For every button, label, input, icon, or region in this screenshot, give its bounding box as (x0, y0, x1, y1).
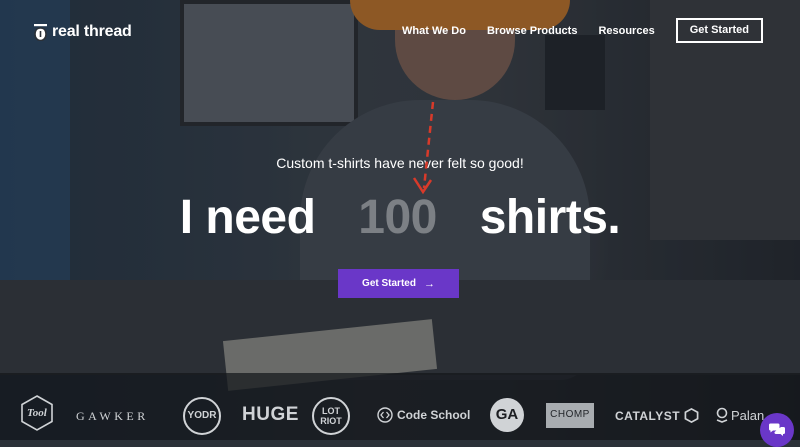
client-logo-lot-riot: LOT RIOT (312, 397, 350, 435)
person-face (395, 0, 515, 100)
client-logo-code-school: Code School (377, 407, 470, 423)
client-logo-chomp: CHOMP (546, 403, 594, 428)
palantir-text: Palan (731, 407, 765, 423)
nav-get-started-button[interactable]: Get Started (675, 18, 763, 43)
tool-text: Tool (27, 407, 47, 419)
brand-name: real thread (52, 23, 132, 40)
catalyst-text: CATALYST (615, 408, 681, 423)
catalyst-hexagon-icon (684, 408, 699, 423)
arrow-right-icon: → (423, 277, 435, 290)
code-school-icon (377, 407, 393, 423)
client-logo-gawker: GAWKER (76, 409, 149, 423)
hero-get-started-button[interactable]: Get Started → (338, 269, 459, 298)
palantir-icon (716, 407, 728, 423)
client-logo-ga: GA (490, 398, 524, 432)
background-monitor (180, 0, 358, 126)
lot-riot-text: LOT RIOT (320, 406, 342, 426)
client-logo-tool: Tool (19, 395, 55, 431)
chat-widget-button[interactable] (760, 413, 794, 447)
real-thread-logo-icon (34, 23, 47, 41)
nav-link-browse-products[interactable]: Browse Products (487, 25, 577, 37)
hero-button-label: Get Started (362, 278, 416, 289)
yoder-text: YODR (187, 410, 217, 421)
client-logo-yoder: YODR (183, 397, 221, 435)
dashed-arrow-graphic (412, 101, 435, 195)
brand-logo[interactable]: real thread (34, 21, 132, 43)
headline-suffix: shirts. (479, 191, 621, 244)
headline-prefix: I need (179, 191, 316, 244)
top-nav: What We Do Browse Products Resources Get… (381, 18, 763, 43)
nav-link-what-we-do[interactable]: What We Do (402, 25, 466, 37)
chat-icon (769, 423, 785, 436)
code-school-text: Code School (397, 408, 471, 422)
background-monitor-2 (545, 35, 605, 110)
client-logo-catalyst: CATALYST (615, 408, 699, 423)
ga-text: GA (495, 406, 519, 423)
background-shelf (0, 0, 70, 370)
client-logo-huge: HUGE (242, 404, 299, 425)
nav-link-resources[interactable]: Resources (598, 25, 654, 37)
chomp-text: CHOMP (550, 409, 590, 420)
client-logo-palantir: Palan (716, 407, 764, 423)
